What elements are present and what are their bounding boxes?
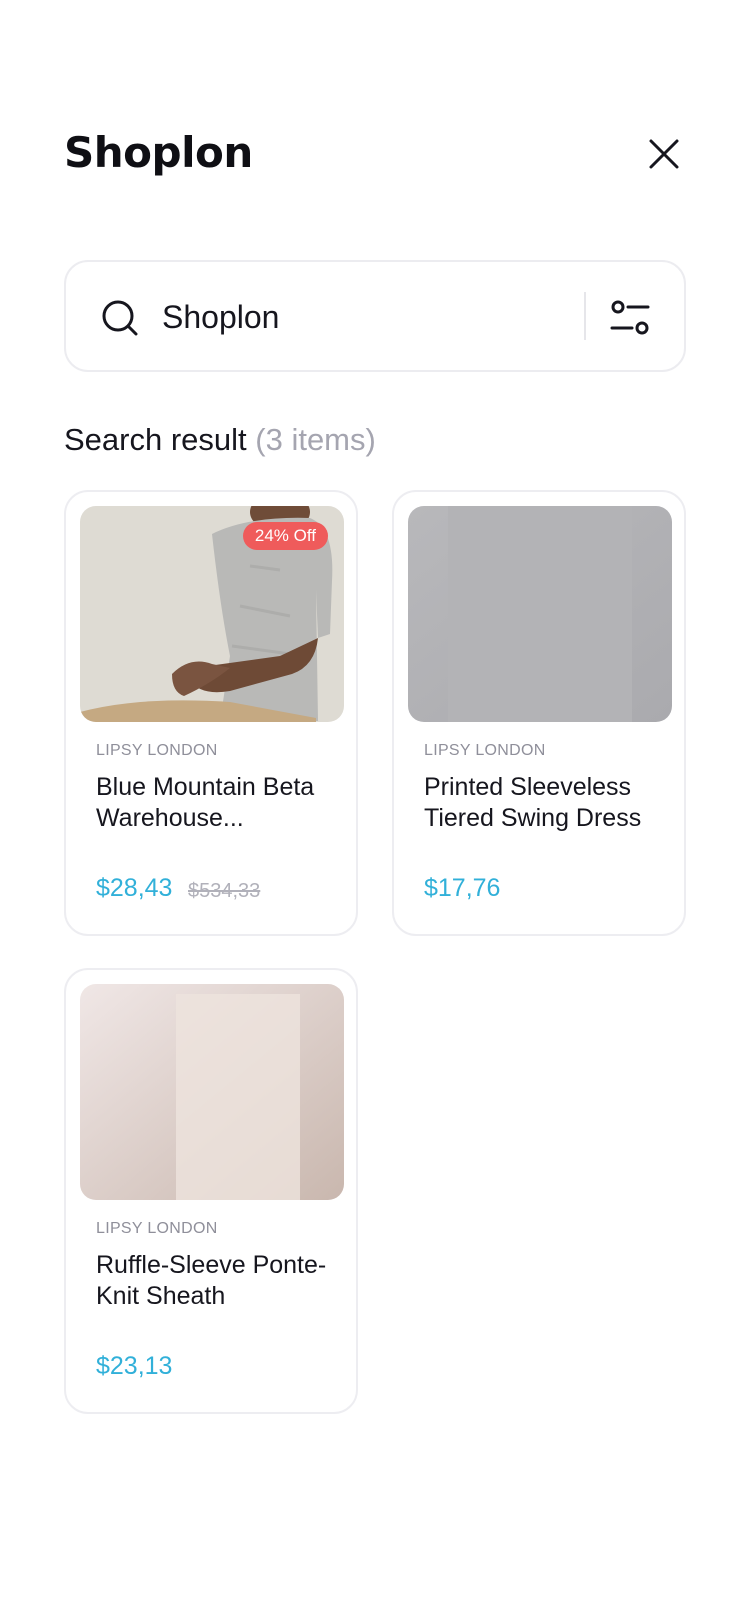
product-photo [408, 506, 672, 722]
product-old-price: $534,33 [188, 880, 261, 902]
product-price: $28,43 [96, 874, 173, 902]
close-button[interactable] [642, 132, 686, 176]
header: Shoplon [64, 128, 686, 188]
product-image [80, 984, 344, 1200]
product-card[interactable]: LIPSY LONDON Printed Sleeveless Tiered S… [392, 490, 686, 936]
results-label: Search result [64, 422, 247, 457]
product-image: 24% Off [80, 506, 344, 722]
product-title: Ruffle-Sleeve Ponte-Knit Sheath [96, 1251, 327, 1310]
product-price: $17,76 [424, 874, 501, 902]
product-title: Blue Mountain Beta Warehouse... [96, 773, 315, 832]
results-count: (3 items) [255, 422, 376, 457]
filter-button[interactable] [608, 296, 652, 340]
search-bar [64, 260, 686, 372]
product-card[interactable]: LIPSY LONDON Ruffle-Sleeve Ponte-Knit Sh… [64, 968, 358, 1414]
product-title: Printed Sleeveless Tiered Swing Dress [424, 773, 642, 832]
search-icon [102, 300, 138, 336]
results-heading: Search result (3 items) [64, 420, 376, 460]
app-logo: Shoplon [64, 128, 253, 177]
product-image [408, 506, 672, 722]
close-icon [649, 139, 679, 169]
product-card[interactable]: 24% Off LIPSY LONDON Blue Mountain Beta … [64, 490, 358, 936]
discount-badge: 24% Off [242, 522, 328, 550]
product-brand: LIPSY LONDON [96, 1220, 218, 1237]
search-input[interactable] [162, 292, 542, 342]
product-brand: LIPSY LONDON [96, 742, 218, 759]
filter-icon [610, 300, 650, 335]
product-price: $23,13 [96, 1352, 173, 1380]
search-divider [584, 292, 586, 340]
product-brand: LIPSY LONDON [424, 742, 546, 759]
product-photo [80, 984, 344, 1200]
